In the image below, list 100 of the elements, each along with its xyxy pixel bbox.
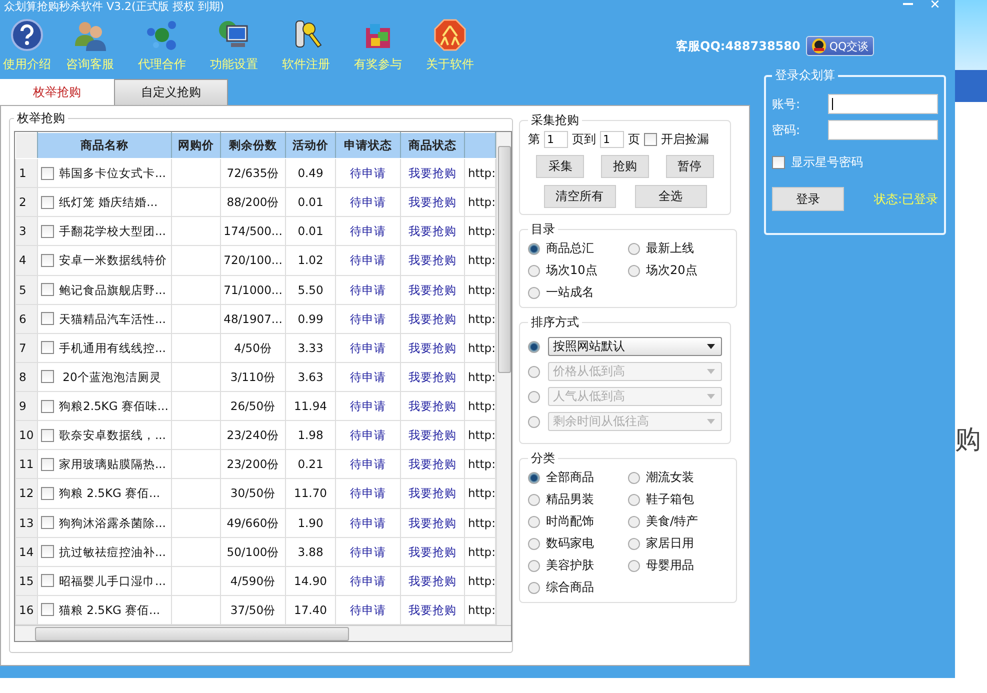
from-page-field[interactable]: 1: [544, 131, 568, 148]
horizontal-scrollbar[interactable]: [15, 625, 511, 641]
radio-button[interactable]: [628, 494, 640, 506]
table-cell: 4/590份: [220, 566, 286, 596]
radio-button[interactable]: [528, 472, 540, 484]
row-checkbox[interactable]: [41, 166, 54, 180]
radio-button[interactable]: [628, 538, 640, 550]
table-cell-text: 纸灯笼 婚庆结婚...: [59, 194, 158, 212]
group-title: 排序方式: [530, 314, 580, 331]
table-cell: 0.49: [286, 158, 336, 188]
radio-button[interactable]: [528, 560, 540, 572]
radio-button[interactable]: [528, 390, 540, 402]
table-cell-text: 韩国多卡位女式卡...: [59, 165, 166, 182]
tab[interactable]: 枚举抢购: [0, 79, 114, 105]
radio-button[interactable]: [628, 264, 640, 276]
table-cell: 11.70: [286, 478, 336, 508]
radio-button[interactable]: [528, 340, 540, 352]
logo-icon: [433, 18, 467, 52]
table-cell: 3.63: [286, 362, 336, 392]
action-button[interactable]: 暂停: [666, 155, 714, 178]
row-number: 14: [16, 537, 38, 566]
row-checkbox[interactable]: [41, 574, 54, 588]
row-checkbox[interactable]: [41, 458, 54, 471]
radio-label: 综合商品: [546, 579, 594, 596]
table-cell-text: 手翻花学校大型团...: [59, 223, 166, 240]
radio-button[interactable]: [528, 366, 540, 378]
radio-button[interactable]: [528, 516, 540, 528]
radio-button[interactable]: [528, 494, 540, 506]
background-text: 购: [955, 424, 981, 457]
radio-button[interactable]: [528, 538, 540, 550]
row-checkbox[interactable]: [41, 341, 54, 354]
vertical-scrollbar[interactable]: [496, 132, 511, 625]
radio-label: 精品男装: [546, 491, 594, 508]
sort-dropdown[interactable]: 按照网站默认: [548, 337, 722, 356]
radio-button[interactable]: [628, 516, 640, 528]
table-cell: 0.01: [286, 188, 336, 217]
column-header[interactable]: 剩余份数: [220, 132, 286, 158]
password-field[interactable]: [828, 120, 938, 140]
radio-label: 商品总汇: [546, 240, 594, 257]
action-button[interactable]: 清空所有: [544, 185, 616, 208]
page-label: 页到: [572, 131, 596, 148]
penguin-icon: [811, 38, 828, 54]
column-header[interactable]: 活动价: [286, 132, 336, 158]
minimize-icon[interactable]: [903, 0, 915, 8]
column-header[interactable]: 商品状态: [400, 132, 464, 158]
row-checkbox[interactable]: [41, 545, 54, 558]
checkbox[interactable]: [772, 156, 785, 169]
table-cell: 1.98: [286, 420, 336, 450]
radio-button[interactable]: [628, 242, 640, 254]
row-checkbox[interactable]: [41, 486, 54, 500]
action-button[interactable]: 采集: [536, 155, 584, 178]
table-cell: 71/1000...: [220, 275, 286, 304]
action-button[interactable]: 全选: [634, 185, 706, 208]
account-field[interactable]: [828, 94, 938, 114]
row-checkbox[interactable]: [41, 428, 54, 442]
action-button[interactable]: 抢购: [600, 155, 649, 178]
radio-label: 一站成名: [546, 284, 594, 301]
radio-label: 场次20点: [646, 262, 698, 279]
radio-button[interactable]: [528, 286, 540, 298]
row-number: 15: [16, 566, 38, 596]
radio-button[interactable]: [528, 242, 540, 254]
radio-button[interactable]: [628, 472, 640, 484]
table-cell-text: 昭福婴儿手口湿巾...: [59, 572, 166, 590]
row-checkbox[interactable]: [41, 603, 54, 616]
dropdown-arrow-icon: [707, 344, 715, 349]
login-button[interactable]: 登录: [772, 187, 844, 211]
table-cell: 30/50份: [220, 478, 286, 508]
column-header[interactable]: 网购价: [172, 132, 220, 158]
row-number: 8: [16, 362, 38, 392]
tab[interactable]: 自定义抢购: [114, 79, 228, 105]
row-checkbox[interactable]: [41, 312, 54, 326]
radio-button[interactable]: [628, 560, 640, 572]
table-cell: 3.88: [286, 537, 336, 566]
radio-button[interactable]: [528, 582, 540, 594]
radio-label: 母婴用品: [646, 557, 694, 574]
row-checkbox[interactable]: [41, 196, 54, 209]
row-checkbox[interactable]: [41, 254, 54, 267]
dropdown-arrow-icon: [707, 419, 715, 424]
row-checkbox[interactable]: [41, 400, 54, 413]
column-header[interactable]: 商品名称: [38, 132, 172, 158]
checkbox-label: 显示星号密码: [791, 154, 863, 171]
table-cell-text: 安卓一米数据线特价: [59, 252, 167, 270]
close-icon[interactable]: [929, 0, 941, 8]
help-icon: [10, 18, 44, 52]
header-strip: [955, 0, 987, 70]
radio-button[interactable]: [528, 416, 540, 428]
row-checkbox[interactable]: [41, 370, 54, 384]
radio-button[interactable]: [528, 264, 540, 276]
to-page-field[interactable]: 1: [600, 131, 624, 148]
dropdown-arrow-icon: [707, 394, 715, 399]
table-cell: 49/660份: [220, 508, 286, 538]
row-checkbox[interactable]: [41, 283, 54, 296]
checkbox[interactable]: [644, 133, 657, 146]
row-checkbox[interactable]: [41, 516, 54, 530]
column-header[interactable]: 申请状态: [336, 132, 400, 158]
qq-chat-button[interactable]: QQ交谈: [806, 36, 874, 56]
table-cell: 3/110份: [220, 362, 286, 392]
row-number: 9: [16, 392, 38, 421]
table-cell: 1.90: [286, 508, 336, 538]
row-checkbox[interactable]: [41, 224, 54, 238]
